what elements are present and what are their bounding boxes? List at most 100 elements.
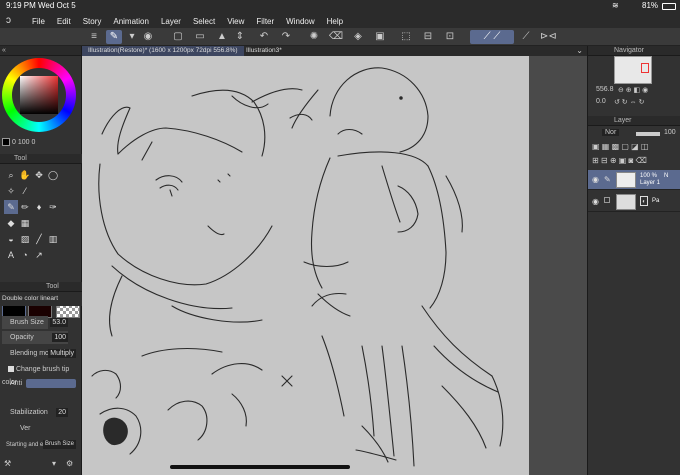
settings-icon[interactable]: ⚙: [66, 459, 73, 468]
visibility-eye-icon[interactable]: ◉: [592, 175, 599, 184]
tabs-dropdown-icon[interactable]: ⌄: [576, 46, 583, 55]
menu-story[interactable]: Story: [83, 17, 102, 26]
brush-size-value[interactable]: 53.0: [50, 318, 68, 327]
change-color-checkbox[interactable]: [8, 366, 14, 373]
balloon-tool-icon[interactable]: ◔: [18, 248, 32, 262]
save-icon[interactable]: ▲: [214, 30, 230, 44]
change-color-row[interactable]: Change brush tip color: [2, 363, 78, 386]
angle-value[interactable]: 0.0: [596, 98, 606, 105]
layer-opacity-slider[interactable]: [636, 132, 660, 136]
pattern-tool-icon[interactable]: ▦: [18, 216, 32, 230]
menu-file[interactable]: File: [32, 17, 45, 26]
anti-alias-row[interactable]: Anti: [2, 377, 78, 390]
brush-size-row[interactable]: Brush Size 53.0: [2, 316, 78, 329]
hand-tool-icon[interactable]: ✋: [18, 168, 32, 182]
zoom-tool-icon[interactable]: ⌕: [4, 168, 18, 182]
color-wheel[interactable]: [2, 58, 76, 132]
navigator-thumbnail[interactable]: [614, 56, 652, 84]
redo-icon[interactable]: ↷: [278, 30, 294, 44]
tool-dropdown-icon[interactable]: ▾: [124, 30, 140, 44]
menu-animation[interactable]: Animation: [113, 17, 149, 26]
eye-toggle-icon[interactable]: ◉: [140, 30, 156, 44]
blending-value[interactable]: Multiply: [48, 349, 76, 358]
dropdown-icon[interactable]: ▾: [52, 459, 56, 468]
layer-lock-icons[interactable]: ▣ ▦ ▩ ▢ ◪ ◫: [592, 142, 648, 151]
magic-wand-icon[interactable]: ✧: [4, 184, 18, 198]
layer-row-1[interactable]: ◉ ✎ 100 % N Layer 1: [588, 170, 680, 190]
starting-row[interactable]: Starting and e Brush Size: [2, 438, 78, 451]
opacity-row[interactable]: Opacity 100: [2, 331, 78, 344]
canvas-paper[interactable]: [82, 56, 529, 475]
lasso-tool-icon[interactable]: ◯: [46, 168, 60, 182]
color-square[interactable]: [20, 76, 58, 114]
airbrush-tool-icon[interactable]: ✑: [46, 200, 60, 214]
blending-row[interactable]: Blending mod Multiply: [2, 347, 78, 360]
selection-icon[interactable]: ⊡: [442, 30, 458, 44]
layer-opacity[interactable]: 100: [664, 129, 676, 136]
fill-icon[interactable]: ◈: [350, 30, 366, 44]
starting-value[interactable]: Brush Size: [42, 440, 76, 449]
eraser-tool-icon[interactable]: ◆: [4, 216, 18, 230]
stabilization-value[interactable]: 20: [56, 408, 68, 417]
zoom-controls-icon[interactable]: ⊖ ⊕ ◧ ◉: [618, 86, 648, 94]
mirror-icon[interactable]: ⊳⊲: [540, 30, 557, 44]
layer-panel-header: Layer: [588, 116, 680, 126]
clear-icon[interactable]: ⌫: [328, 30, 344, 44]
menu-filter[interactable]: Filter: [256, 17, 274, 26]
visibility-eye-icon[interactable]: ◉: [592, 197, 599, 206]
brush-tool-icon[interactable]: ♦: [32, 200, 46, 214]
layer-blend-mode[interactable]: Nor: [602, 129, 620, 136]
zoom-value[interactable]: 556.8: [596, 86, 614, 93]
line-tool-icon[interactable]: ╱: [32, 232, 46, 246]
save-dropdown-icon[interactable]: ⇕: [232, 30, 248, 44]
collapse-icon[interactable]: «: [2, 46, 6, 56]
deselect-icon[interactable]: ⬚: [398, 30, 414, 44]
wrench-icon[interactable]: ⚒: [4, 459, 11, 468]
pen-tool-icon[interactable]: ✎: [106, 30, 122, 44]
ruler-snap-group-icon[interactable]: ⟋ ⟋: [470, 30, 514, 44]
move-tool-icon[interactable]: ✥: [32, 168, 46, 182]
menu-select[interactable]: Select: [193, 17, 215, 26]
tab-illustration-restore[interactable]: Illustration(Restore)* (1600 x 1200px 72…: [82, 46, 244, 56]
eyedropper-icon[interactable]: ⁄: [18, 184, 32, 198]
correction-tool-icon[interactable]: ↗: [32, 248, 46, 262]
menu-window[interactable]: Window: [286, 17, 314, 26]
opacity-label: Opacity: [10, 334, 34, 341]
new-file-icon[interactable]: ▢: [170, 30, 186, 44]
layer-edit-pen-icon[interactable]: ✎: [604, 175, 611, 184]
layer-action-icons[interactable]: ⊞ ⊟ ⊕ ▣ ◙ ⌫: [592, 156, 647, 165]
current-color-swatch[interactable]: [2, 138, 10, 146]
layer-tab[interactable]: Layer: [614, 117, 632, 124]
menu-lines-icon[interactable]: ≡: [86, 30, 102, 44]
layer-checkbox[interactable]: [604, 197, 610, 203]
canvas-area[interactable]: [82, 56, 587, 475]
layer-row-paper[interactable]: ◉ ◐ Pa: [588, 192, 680, 212]
fill-tool-icon[interactable]: ◒: [4, 232, 18, 246]
menu-help[interactable]: Help: [327, 17, 343, 26]
open-folder-icon[interactable]: ▭: [192, 30, 208, 44]
stabilization-row[interactable]: Stabilization 20: [2, 406, 78, 419]
loading-icon[interactable]: ✺: [306, 30, 322, 44]
pencil-tool-icon[interactable]: ✏: [18, 200, 32, 214]
menu-view[interactable]: View: [227, 17, 244, 26]
menu-layer[interactable]: Layer: [161, 17, 181, 26]
pen-tool-icon[interactable]: ✎: [4, 200, 18, 214]
menu-edit[interactable]: Edit: [57, 17, 71, 26]
sub-tool-footer: ⚒ ▾ ⚙: [2, 459, 80, 471]
document-tabs: Illustration(Restore)* (1600 x 1200px 72…: [82, 46, 587, 56]
ruler-icon[interactable]: ⟋: [518, 30, 534, 44]
opacity-value[interactable]: 100: [52, 333, 68, 342]
undo-icon[interactable]: ↶: [256, 30, 272, 44]
invert-selection-icon[interactable]: ⊟: [420, 30, 436, 44]
app-logo-icon[interactable]: ↄ: [6, 15, 18, 27]
sub-tool-name-row[interactable]: Double color lineart: [0, 292, 82, 306]
transform-icon[interactable]: ▣: [372, 30, 388, 44]
frame-tool-icon[interactable]: ▥: [46, 232, 60, 246]
vector-row[interactable]: Ver: [2, 422, 78, 435]
text-tool-icon[interactable]: A: [4, 248, 18, 262]
gradient-tool-icon[interactable]: ▨: [18, 232, 32, 246]
rotate-controls-icon[interactable]: ↺ ↻ ⇔ ↻: [614, 98, 644, 106]
tab-illustration3[interactable]: Illustration3*: [240, 46, 288, 56]
color-value-s: 100: [17, 138, 30, 146]
anti-alias-options[interactable]: [26, 379, 76, 388]
